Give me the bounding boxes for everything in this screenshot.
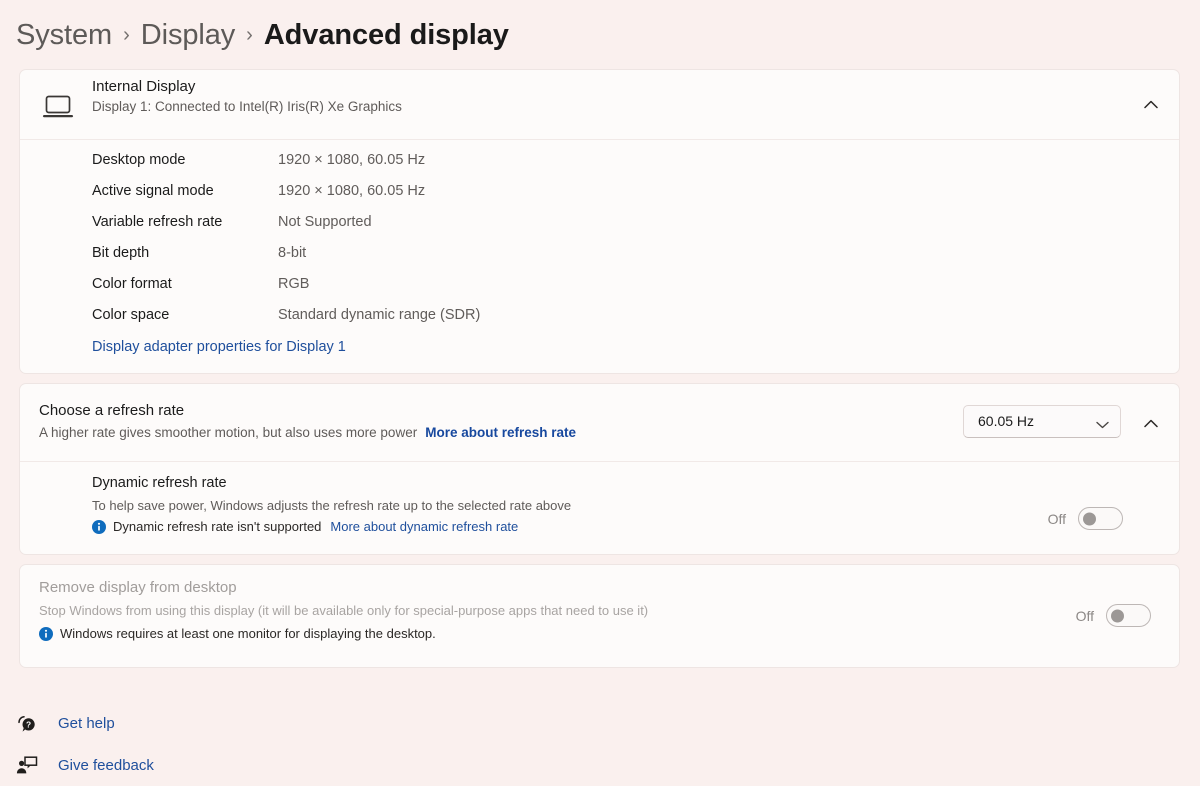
detail-row: Desktop mode 1920 × 1080, 60.05 Hz [20,146,1179,177]
detail-value: 8-bit [278,245,307,261]
refresh-rate-card: Choose a refresh rate A higher rate give… [19,383,1180,555]
detail-label: Desktop mode [92,152,186,168]
detail-row: Bit depth 8-bit [20,239,1179,270]
help-question-bubble-icon: ? [14,711,40,735]
chevron-up-icon[interactable] [1133,405,1169,441]
breadcrumb: System › Display › Advanced display [16,10,509,60]
get-help-row[interactable]: ? Get help [14,702,154,744]
remove-display-info-line: Windows requires at least one monitor fo… [39,626,436,641]
display-adapter-properties-link[interactable]: Display adapter properties for Display 1 [92,339,346,355]
breadcrumb-separator-icon: › [123,23,130,46]
detail-value: 1920 × 1080, 60.05 Hz [278,152,426,168]
detail-row: Variable refresh rate Not Supported [20,208,1179,239]
refresh-rate-description: A higher rate gives smoother motion, but… [39,425,418,440]
dynamic-refresh-rate-description: To help save power, Windows adjusts the … [92,498,572,513]
dynamic-refresh-rate-toggle-group: Off [1048,507,1123,530]
dynamic-refresh-rate-toggle[interactable] [1078,507,1123,530]
chevron-up-icon[interactable] [1133,86,1169,122]
detail-value: 1920 × 1080, 60.05 Hz [278,183,426,199]
remove-display-description: Stop Windows from using this display (it… [39,603,649,618]
detail-row: Color format RGB [20,270,1179,301]
detail-row: Active signal mode 1920 × 1080, 60.05 Hz [20,177,1179,208]
detail-label: Active signal mode [92,183,214,199]
remove-display-title: Remove display from desktop [39,579,237,596]
remove-display-info-text: Windows requires at least one monitor fo… [60,626,436,641]
toggle-knob [1083,512,1096,525]
detail-value: Standard dynamic range (SDR) [278,307,481,323]
dynamic-refresh-rate-info-line: Dynamic refresh rate isn't supported Mor… [92,519,518,534]
get-help-link[interactable]: Get help [58,715,115,732]
dynamic-refresh-rate-row: Dynamic refresh rate To help save power,… [20,462,1179,555]
refresh-rate-title: Choose a refresh rate [39,402,185,419]
breadcrumb-item-system[interactable]: System [16,19,112,52]
internal-display-subtitle: Display 1: Connected to Intel(R) Iris(R)… [92,99,402,114]
breadcrumb-separator-icon: › [246,23,253,46]
refresh-rate-dropdown[interactable]: 60.05 Hz [963,405,1121,438]
internal-display-title: Internal Display [92,78,196,95]
remove-display-toggle[interactable] [1106,604,1151,627]
detail-value: RGB [278,276,310,292]
chevron-down-icon [1096,416,1109,434]
footer-links: ? Get help Give feedback [14,702,154,786]
svg-text:?: ? [26,720,31,730]
toggle-knob [1111,609,1124,622]
internal-display-header[interactable]: Internal Display Display 1: Connected to… [20,70,1179,139]
feedback-person-bubble-icon [14,753,40,777]
detail-label: Color space [92,307,170,323]
detail-row: Color space Standard dynamic range (SDR) [20,301,1179,332]
dynamic-refresh-rate-toggle-label: Off [1047,510,1066,527]
remove-display-card: Remove display from desktop Stop Windows… [19,564,1180,668]
refresh-rate-header: Choose a refresh rate A higher rate give… [20,384,1179,461]
info-icon [39,626,53,641]
dynamic-refresh-rate-info-text: Dynamic refresh rate isn't supported [113,519,322,534]
detail-label: Variable refresh rate [92,214,223,230]
more-about-dynamic-refresh-rate-link[interactable]: More about dynamic refresh rate [330,519,518,534]
detail-label: Bit depth [92,245,150,261]
remove-display-toggle-group: Off [1076,604,1151,627]
display-details-list: Desktop mode 1920 × 1080, 60.05 Hz Activ… [20,146,1179,332]
dynamic-refresh-rate-title: Dynamic refresh rate [92,475,227,491]
remove-display-toggle-label: Off [1075,607,1094,624]
breadcrumb-item-advanced-display: Advanced display [263,18,509,51]
detail-label: Color format [92,276,172,292]
refresh-rate-description-row: A higher rate gives smoother motion, but… [39,425,576,440]
detail-value: Not Supported [278,214,372,230]
laptop-icon [42,94,74,120]
refresh-rate-dropdown-value: 60.05 Hz [978,413,1035,429]
breadcrumb-item-display[interactable]: Display [141,19,235,52]
info-icon [92,519,106,534]
more-about-refresh-rate-link[interactable]: More about refresh rate [425,425,576,440]
give-feedback-row[interactable]: Give feedback [14,744,154,786]
internal-display-card: Internal Display Display 1: Connected to… [19,69,1180,374]
give-feedback-link[interactable]: Give feedback [58,757,154,774]
card-divider [20,139,1179,140]
